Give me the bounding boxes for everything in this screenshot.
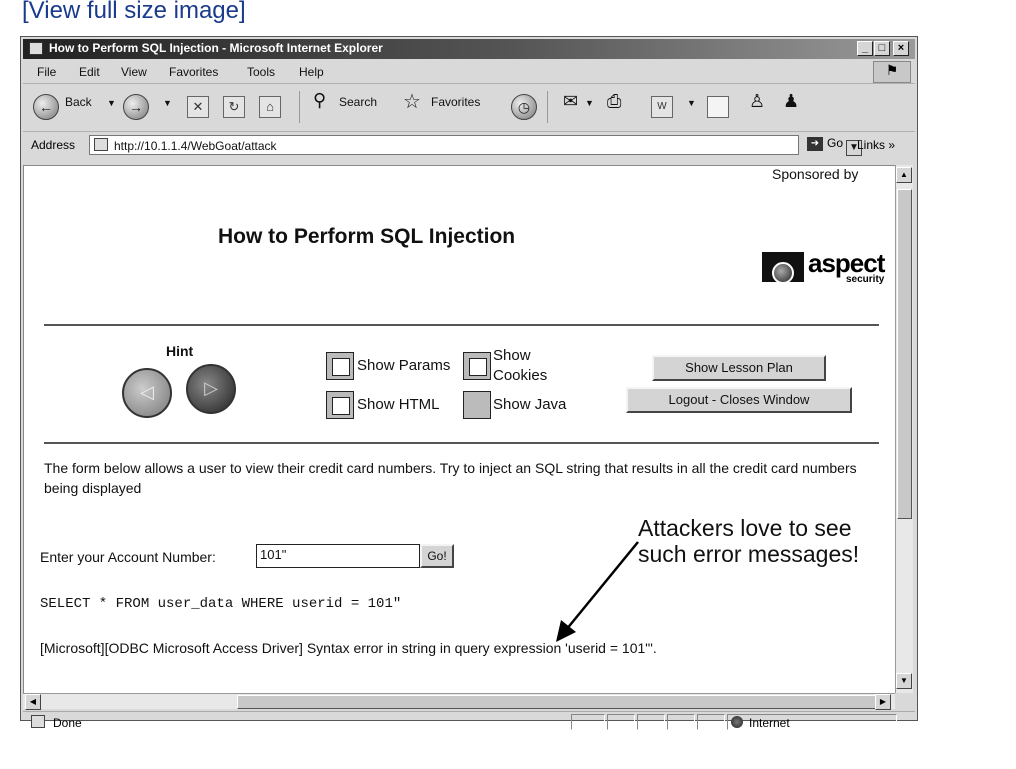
window-title: How to Perform SQL Injection - Microsoft… xyxy=(49,41,383,55)
error-message: [Microsoft][ODBC Microsoft Access Driver… xyxy=(40,640,657,656)
edit-dropdown-icon[interactable]: ▼ xyxy=(687,98,696,108)
menu-bar: File Edit View Favorites Tools Help ⚑ xyxy=(23,61,915,84)
internet-globe-icon xyxy=(731,716,743,728)
address-url: http://10.1.1.4/WebGoat/attack xyxy=(114,139,277,153)
page-icon xyxy=(94,138,108,151)
menu-help[interactable]: Help xyxy=(299,65,324,79)
show-html-label: Show HTML xyxy=(357,396,440,413)
toolbar-separator xyxy=(299,91,300,123)
show-java-label: Show Java xyxy=(493,396,567,413)
forward-dropdown-icon[interactable]: ▼ xyxy=(163,98,172,108)
print-icon[interactable]: ⎙ xyxy=(607,91,621,112)
sql-query-text: SELECT * FROM user_data WHERE userid = 1… xyxy=(40,596,402,612)
logo-sub: security xyxy=(846,274,885,285)
logout-button[interactable]: Logout - Closes Window xyxy=(626,387,852,413)
go-button[interactable]: ➜ Go xyxy=(807,136,843,151)
back-dropdown-icon[interactable]: ▼ xyxy=(107,98,116,108)
address-input[interactable]: http://10.1.1.4/WebGoat/attack ▼ xyxy=(89,135,862,156)
scroll-down-icon[interactable]: ▼ xyxy=(896,673,912,689)
menu-favorites[interactable]: Favorites xyxy=(169,65,218,79)
mail-icon[interactable]: ✉ xyxy=(563,91,578,112)
go-submit-button[interactable]: Go! xyxy=(420,544,454,568)
account-number-input[interactable]: 101" xyxy=(256,544,420,568)
home-icon[interactable]: ⌂ xyxy=(259,96,281,118)
show-html-checkbox[interactable] xyxy=(326,391,354,419)
title-bar: How to Perform SQL Injection - Microsoft… xyxy=(23,39,915,59)
divider xyxy=(44,324,879,326)
close-button[interactable]: × xyxy=(893,41,909,56)
contacts-icon[interactable]: ♟ xyxy=(783,91,799,112)
refresh-icon[interactable]: ↻ xyxy=(223,96,245,118)
horizontal-scroll-thumb[interactable] xyxy=(237,695,877,709)
divider xyxy=(44,442,879,444)
lesson-description: The form below allows a user to view the… xyxy=(44,460,857,496)
discuss-icon[interactable] xyxy=(707,96,729,118)
favorites-button-label[interactable]: Favorites xyxy=(431,95,480,109)
address-bar: Address http://10.1.1.4/WebGoat/attack ▼… xyxy=(23,133,915,157)
show-java-checkbox[interactable] xyxy=(463,391,491,419)
status-text: Done xyxy=(53,716,82,730)
zone-text: Internet xyxy=(749,716,790,730)
status-panel xyxy=(607,714,635,730)
toolbar-separator xyxy=(547,91,548,123)
page-content: Sponsored by How to Perform SQL Injectio… xyxy=(23,165,895,693)
address-label: Address xyxy=(31,138,76,152)
status-panel xyxy=(697,714,725,730)
vertical-scroll-thumb[interactable] xyxy=(897,189,912,519)
stop-icon[interactable]: ✕ xyxy=(187,96,209,118)
scroll-up-icon[interactable]: ▲ xyxy=(896,167,912,183)
account-number-label: Enter your Account Number: xyxy=(40,549,216,565)
go-button-label: Go xyxy=(827,136,844,150)
hint-label: Hint xyxy=(166,343,194,359)
forward-arrow-icon[interactable]: → xyxy=(123,94,149,120)
ie-page-icon xyxy=(29,42,43,55)
back-button-label[interactable]: Back xyxy=(65,95,92,109)
edit-word-icon[interactable]: W xyxy=(651,96,673,118)
callout-line-2: such error messages! xyxy=(638,541,860,567)
show-lesson-plan-button[interactable]: Show Lesson Plan xyxy=(652,355,826,381)
minimize-button[interactable]: _ xyxy=(857,41,873,56)
scroll-right-icon[interactable]: ▶ xyxy=(875,694,891,710)
status-panel xyxy=(571,714,605,730)
callout-annotation: Attackers love to see such error message… xyxy=(638,515,859,567)
show-cookies-checkbox[interactable] xyxy=(463,352,491,380)
callout-line-1: Attackers love to see xyxy=(638,515,852,541)
vertical-scrollbar[interactable]: ▲ ▼ xyxy=(895,165,913,693)
view-full-size-link[interactable]: [View full size image] xyxy=(22,0,246,25)
hint-previous-icon[interactable]: ◁ xyxy=(122,368,172,418)
aspect-security-logo[interactable]: aspect security xyxy=(762,248,886,290)
callout-arrow-icon xyxy=(556,541,639,642)
show-params-label: Show Params xyxy=(357,357,451,374)
history-icon[interactable]: ◷ xyxy=(511,94,537,120)
status-panel xyxy=(637,714,665,730)
status-bar: Done Internet xyxy=(23,711,915,732)
show-cookies-label: Show Cookies xyxy=(493,347,548,384)
page-done-icon xyxy=(31,715,45,728)
go-arrow-icon: ➜ xyxy=(807,136,823,151)
maximize-button[interactable]: □ xyxy=(874,41,890,56)
horizontal-scrollbar[interactable]: ◀ ▶ xyxy=(23,693,895,710)
search-button-label[interactable]: Search xyxy=(339,95,377,109)
windows-logo-icon: ⚑ xyxy=(873,61,911,83)
browser-window: How to Perform SQL Injection - Microsoft… xyxy=(20,36,918,730)
status-panel xyxy=(667,714,695,730)
menu-view[interactable]: View xyxy=(121,65,147,79)
menu-file[interactable]: File xyxy=(37,65,56,79)
favorites-star-icon[interactable]: ☆ xyxy=(403,89,421,114)
logo-ball-icon xyxy=(772,262,794,284)
search-icon[interactable]: ⚲ xyxy=(313,90,326,111)
menu-tools[interactable]: Tools xyxy=(247,65,275,79)
toolbar: ← Back ▼ → ▼ ✕ ↻ ⌂ ⚲ Search ☆ Favorites … xyxy=(23,85,915,132)
menu-edit[interactable]: Edit xyxy=(79,65,100,79)
links-button[interactable]: Links » xyxy=(857,138,895,152)
hint-next-icon[interactable]: ▷ xyxy=(186,364,236,414)
scroll-left-icon[interactable]: ◀ xyxy=(25,694,41,710)
show-params-checkbox[interactable] xyxy=(326,352,354,380)
messenger-icon[interactable]: ♙ xyxy=(749,91,765,112)
mail-dropdown-icon[interactable]: ▼ xyxy=(585,98,594,108)
sponsored-by-text: Sponsored by xyxy=(772,166,859,182)
page-title: How to Perform SQL Injection xyxy=(218,225,516,248)
back-arrow-icon[interactable]: ← xyxy=(33,94,59,120)
